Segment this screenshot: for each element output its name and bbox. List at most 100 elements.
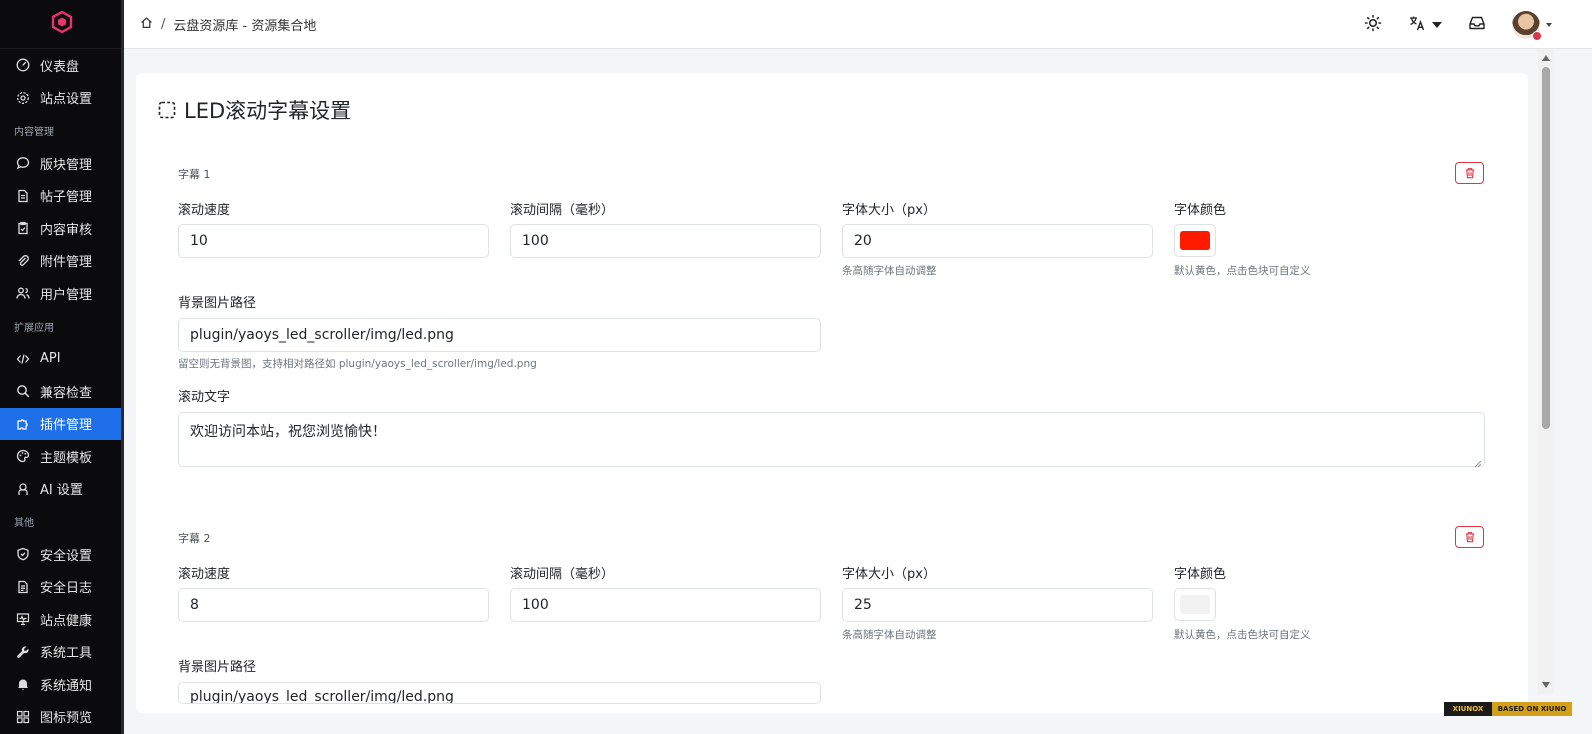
breadcrumb: / 云盘资源库 - 资源集合地 <box>140 15 316 34</box>
subtitle-1-delete-button[interactable] <box>1455 162 1484 184</box>
sidebar-item-dashboard[interactable]: 仪表盘 <box>0 49 124 82</box>
header-actions <box>1338 0 1552 49</box>
sidebar-item-tools[interactable]: 系统工具 <box>0 636 124 669</box>
sidebar-item-themes[interactable]: 主题模板 <box>0 440 124 473</box>
subtitle-2-speed-input[interactable]: 8 <box>178 588 489 622</box>
caret-down-icon <box>1432 21 1442 28</box>
sidebar: 仪表盘站点设置内容管理版块管理帖子管理内容审核附件管理用户管理扩展应用 API 兼容… <box>0 0 124 734</box>
inbox-button[interactable] <box>1468 14 1486 36</box>
palette-icon <box>16 449 30 463</box>
color-swatch <box>1180 595 1210 614</box>
sidebar-item-compat[interactable]: 兼容检查 <box>0 375 124 408</box>
breadcrumb-site[interactable]: 云盘资源库 - 资源集合地 <box>173 15 316 34</box>
hexagon-logo-icon <box>51 10 73 37</box>
subtitle-2-font-size-label: 字体大小（px） <box>842 567 936 582</box>
sidebar-item-review[interactable]: 内容审核 <box>0 212 124 245</box>
sidebar-item-board[interactable]: 版块管理 <box>0 147 124 180</box>
sidebar-item-label: 安全日志 <box>40 581 93 597</box>
users-icon <box>16 286 30 300</box>
sidebar-item-security-log[interactable]: 安全日志 <box>0 571 124 604</box>
language-button[interactable] <box>1408 14 1442 36</box>
subtitle-1-interval-input[interactable]: 100 <box>510 224 821 258</box>
sidebar-scrollbar[interactable] <box>121 0 124 734</box>
sidebar-item-health[interactable]: 站点健康 <box>0 603 124 636</box>
dashed-square-icon <box>158 101 176 119</box>
subtitle-1-font-size-label: 字体大小（px） <box>842 203 936 218</box>
subtitle-1-text-label: 滚动文字 <box>178 390 231 405</box>
top-header: / 云盘资源库 - 资源集合地 <box>124 0 1592 49</box>
monitor-icon <box>16 612 30 626</box>
scroll-down-arrow-icon[interactable] <box>1542 682 1550 688</box>
gear-icon <box>16 91 30 105</box>
sidebar-section-label: 内容管理 <box>14 127 54 138</box>
home-icon[interactable] <box>140 16 153 33</box>
sidebar-item-label: 插件管理 <box>40 418 93 434</box>
sidebar-item-label: 站点健康 <box>40 613 93 629</box>
sidebar-item-plugins[interactable]: 插件管理 <box>0 407 124 440</box>
resize-handle-icon[interactable] <box>1474 456 1482 468</box>
subtitle-2-interval-input[interactable]: 100 <box>510 588 821 622</box>
page-scrollbar[interactable] <box>1538 49 1554 694</box>
sidebar-item-security[interactable]: 安全设置 <box>0 538 124 571</box>
subtitle-2-font-size-input[interactable]: 25 <box>842 588 1153 622</box>
subtitle-2-color-picker[interactable] <box>1174 588 1216 621</box>
footer-badge[interactable]: XIUNOX BASED ON XIUNO <box>1444 702 1572 716</box>
gauge-icon <box>16 58 30 72</box>
theme-toggle-button[interactable] <box>1364 14 1382 36</box>
sidebar-item-label: 兼容检查 <box>40 385 93 401</box>
clipboard-check-icon <box>16 221 30 235</box>
sidebar-item-label: 内容审核 <box>40 222 93 238</box>
caret-down-icon <box>1546 22 1552 27</box>
sidebar-item-ai[interactable]: AI 设置 <box>0 473 124 506</box>
subtitle-2-font-color-label: 字体颜色 <box>1174 567 1227 582</box>
sidebar-item-label: 附件管理 <box>40 255 93 271</box>
subtitle-2-color-hint: 默认黄色，点击色块可自定义 <box>1174 629 1311 641</box>
sidebar-item-label: 版块管理 <box>40 157 93 173</box>
sidebar-item-users[interactable]: 用户管理 <box>0 277 124 310</box>
sidebar-nav: 仪表盘站点设置内容管理版块管理帖子管理内容审核附件管理用户管理扩展应用 API 兼容… <box>0 49 124 733</box>
subtitle-1-bg-input[interactable]: plugin/yaoys_led_scroller/img/led.png <box>178 318 821 352</box>
subtitle-1-color-hint: 默认黄色，点击色块可自定义 <box>1174 265 1311 277</box>
sidebar-item-label: 站点设置 <box>40 92 93 108</box>
document-icon <box>16 189 30 203</box>
grid-icon <box>16 710 30 724</box>
sidebar-item-label: 用户管理 <box>40 287 93 303</box>
sidebar-item-api[interactable]: API <box>0 343 124 376</box>
logo[interactable] <box>0 0 124 49</box>
sidebar-item-posts[interactable]: 帖子管理 <box>0 180 124 213</box>
sidebar-item-attachments[interactable]: 附件管理 <box>0 245 124 278</box>
sidebar-item-label: 安全设置 <box>40 548 93 564</box>
subtitle-2-bg-input[interactable]: plugin/yaoys_led_scroller/img/led.png <box>178 682 821 704</box>
sidebar-item-icons[interactable]: 图标预览 <box>0 701 124 734</box>
avatar-badge <box>1532 30 1542 41</box>
sidebar-item-label: 仪表盘 <box>40 59 80 75</box>
subtitle-1-label: 字幕 1 <box>178 168 211 181</box>
robot-icon <box>16 482 30 496</box>
breadcrumb-separator: / <box>161 16 166 32</box>
sidebar-item-site-settings[interactable]: 站点设置 <box>0 82 124 115</box>
sidebar-section-label: 扩展应用 <box>14 322 54 334</box>
sun-icon <box>1364 14 1382 36</box>
subtitle-1-speed-input[interactable]: 10 <box>178 224 489 258</box>
paperclip-icon <box>16 254 30 268</box>
subtitle-1-text-value: 欢迎访问本站，祝您浏览愉快！ <box>190 424 386 440</box>
subtitle-1-font-size-input[interactable]: 20 <box>842 224 1153 258</box>
user-menu-button[interactable] <box>1512 10 1552 41</box>
sidebar-item-label: 帖子管理 <box>40 190 93 206</box>
chat-bubble-icon <box>16 156 30 170</box>
subtitle-1-interval-label: 滚动间隔（毫秒） <box>510 203 615 218</box>
subtitle-1-speed-label: 滚动速度 <box>178 203 231 218</box>
sidebar-item-label: 主题模板 <box>40 450 93 466</box>
sidebar-item-notify[interactable]: 系统通知 <box>0 668 124 701</box>
avatar <box>1512 10 1542 41</box>
subtitle-1-color-picker[interactable] <box>1174 224 1216 257</box>
scroll-up-arrow-icon[interactable] <box>1542 55 1550 61</box>
subtitle-1-text-input[interactable]: 欢迎访问本站，祝您浏览愉快！ <box>178 412 1485 468</box>
sidebar-item-label: 系统通知 <box>40 678 93 694</box>
scroll-thumb[interactable] <box>1542 67 1550 429</box>
page-title-text: LED滚动字幕设置 <box>184 99 352 123</box>
footer-badge-right: BASED ON XIUNO <box>1492 702 1572 716</box>
puzzle-icon <box>16 417 30 431</box>
subtitle-2-delete-button[interactable] <box>1455 526 1484 548</box>
page-title: LED滚动字幕设置 <box>158 95 351 125</box>
